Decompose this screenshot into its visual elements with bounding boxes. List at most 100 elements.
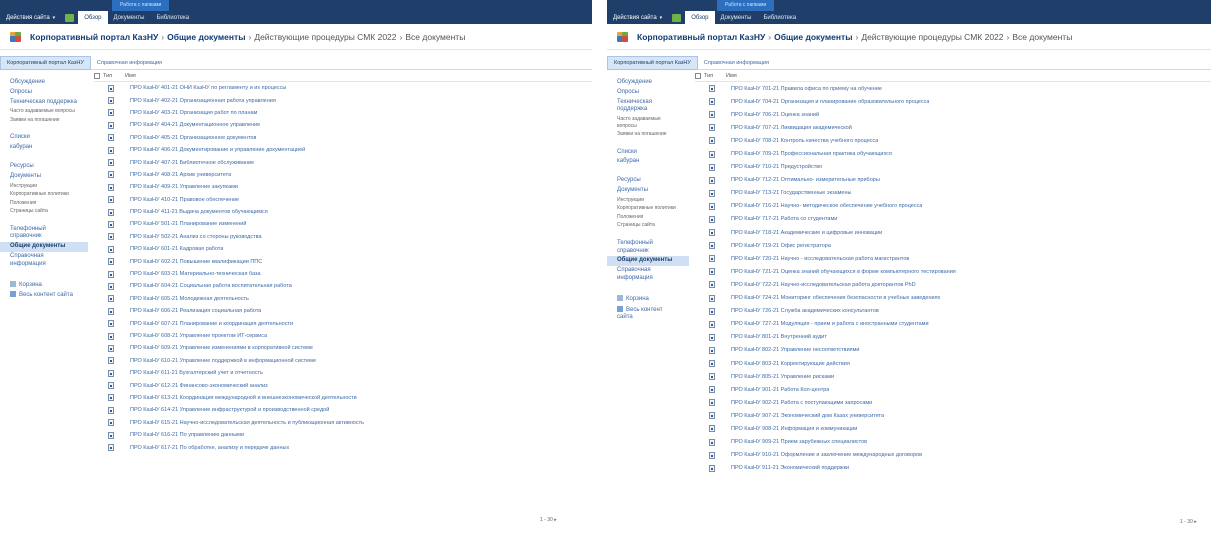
table-row[interactable]: ПРО КазНУ 721-21 Оценка знаний обучающих…	[695, 265, 1211, 278]
table-row[interactable]: ПРО КазНУ 601-21 Кадровая работа	[94, 243, 592, 255]
quicklaunch-item[interactable]: Документы	[0, 172, 88, 182]
table-row[interactable]: ПРО КазНУ 909-21 Прием зарубежных специа…	[695, 436, 1211, 449]
quicklaunch-item[interactable]: Ресурсы	[0, 162, 88, 172]
document-link[interactable]: ПРО КазНУ 616-21 По управлению данными	[130, 432, 244, 438]
document-link[interactable]: ПРО КазНУ 610-21 Управление поддержкой в…	[130, 358, 316, 364]
table-row[interactable]: ПРО КазНУ 617-21 По обработке, анализу и…	[94, 441, 592, 453]
quicklaunch-item[interactable]: Обсуждение	[607, 78, 689, 88]
ribbon-tab-1[interactable]: Документы	[108, 11, 151, 24]
document-link[interactable]: ПРО КазНУ 720-21 Научно - исследовательс…	[731, 256, 909, 262]
document-link[interactable]: ПРО КазНУ 611-21 Бухгалтерский учет и от…	[130, 370, 263, 376]
quicklaunch-item[interactable]: Заявки на погашение	[607, 130, 689, 139]
table-row[interactable]: ПРО КазНУ 402-21 Организационная работа …	[94, 94, 592, 106]
table-row[interactable]: ПРО КазНУ 407-21 Библиотечное обслуживан…	[94, 156, 592, 168]
select-all-checkbox[interactable]	[94, 72, 100, 79]
document-link[interactable]: ПРО КазНУ 716-21 Научно- методическое об…	[731, 203, 922, 209]
document-link[interactable]: ПРО КазНУ 604-21 Социальная работа воспи…	[130, 283, 292, 289]
document-link[interactable]: ПРО КазНУ 609-21 Управление изменениями …	[130, 345, 313, 351]
document-link[interactable]: ПРО КазНУ 501-21 Планирование изменений	[130, 221, 246, 227]
quicklaunch-item[interactable]: Общие документы	[0, 242, 88, 252]
document-link[interactable]: ПРО КазНУ 722-21 Научно-исследовательска…	[731, 282, 916, 288]
document-link[interactable]: ПРО КазНУ 502-21 Анализ со стороны руков…	[130, 234, 262, 240]
quicklaunch-item[interactable]: Телефонный справочник	[0, 225, 88, 243]
table-row[interactable]: ПРО КазНУ 908-21 Информация и коммуникац…	[695, 422, 1211, 435]
document-link[interactable]: ПРО КазНУ 718-21 Академические и цифровы…	[731, 230, 882, 236]
document-link[interactable]: ПРО КазНУ 405-21 Организационное докумен…	[130, 135, 256, 141]
site-actions-menu[interactable]: Действия сайта ▾	[607, 11, 668, 24]
document-link[interactable]: ПРО КазНУ 602-21 Повышение квалификации …	[130, 259, 262, 265]
document-link[interactable]: ПРО КазНУ 902-21 Работа с поступающими з…	[731, 400, 872, 406]
document-link[interactable]: ПРО КазНУ 409-21 Управление закупками	[130, 184, 238, 190]
quicklaunch-item[interactable]: Техническая поддержка	[607, 98, 689, 116]
quicklaunch-item[interactable]: Корзина	[607, 294, 689, 305]
table-row[interactable]: ПРО КазНУ 902-21 Работа с поступающими з…	[695, 396, 1211, 409]
table-row[interactable]: ПРО КазНУ 409-21 Управление закупками	[94, 181, 592, 193]
breadcrumb-library[interactable]: Общие документы	[774, 32, 852, 42]
document-link[interactable]: ПРО КазНУ 721-21 Оценка знаний обучающих…	[731, 269, 956, 275]
quicklaunch-item[interactable]: Положения	[0, 199, 88, 208]
document-link[interactable]: ПРО КазНУ 406-21 Документирование и упра…	[130, 147, 305, 153]
document-link[interactable]: ПРО КазНУ 607-21 Планирование и координа…	[130, 321, 293, 327]
quicklaunch-item[interactable]: Инструкции	[607, 196, 689, 205]
quicklaunch-item[interactable]: Весь контент сайта	[607, 305, 689, 324]
document-link[interactable]: ПРО КазНУ 801-21 Внутренний аудит	[731, 334, 827, 340]
column-type[interactable]: Тип	[704, 73, 726, 79]
table-row[interactable]: ПРО КазНУ 616-21 По управлению данными	[94, 429, 592, 441]
column-type[interactable]: Тип	[103, 73, 125, 79]
breadcrumb-folder[interactable]: Действующие процедуры СМК 2022	[254, 32, 396, 42]
quicklaunch-item[interactable]: Телефонный справочник	[607, 239, 689, 257]
table-row[interactable]: ПРО КазНУ 502-21 Анализ со стороны руков…	[94, 231, 592, 243]
document-link[interactable]: ПРО КазНУ 407-21 Библиотечное обслуживан…	[130, 160, 254, 166]
table-row[interactable]: ПРО КазНУ 718-21 Академические и цифровы…	[695, 226, 1211, 239]
document-link[interactable]: ПРО КазНУ 603-21 Материально-техническая…	[130, 271, 261, 277]
table-row[interactable]: ПРО КазНУ 803-21 Корректирующие действия	[695, 357, 1211, 370]
document-link[interactable]: ПРО КазНУ 613-21 Координация международн…	[130, 395, 357, 401]
document-link[interactable]: ПРО КазНУ 605-21 Молодежная деятельность	[130, 296, 249, 302]
site-actions-menu[interactable]: Действия сайта ▾	[0, 11, 61, 24]
quicklaunch-item[interactable]: Страницы сайта	[0, 207, 88, 216]
document-link[interactable]: ПРО КазНУ 617-21 По обработке, анализу и…	[130, 445, 289, 451]
breadcrumb-site[interactable]: Корпоративный портал КазНУ	[30, 32, 158, 42]
table-row[interactable]: ПРО КазНУ 401-21 ОНИ КазНУ по регламенту…	[94, 82, 592, 94]
document-link[interactable]: ПРО КазНУ 612-21 Финансово-экономический…	[130, 383, 268, 389]
document-link[interactable]: ПРО КазНУ 614-21 Управление инфраструкту…	[130, 407, 329, 413]
edit-page-icon[interactable]	[65, 13, 75, 22]
quicklaunch-item[interactable]: Списки	[0, 133, 88, 143]
table-row[interactable]: ПРО КазНУ 710-21 Предустройство	[695, 161, 1211, 174]
quicklaunch-item[interactable]: Весь контент сайта	[0, 290, 88, 301]
quicklaunch-item[interactable]: Часто задаваемые вопросы	[607, 115, 689, 130]
table-row[interactable]: ПРО КазНУ 610-21 Управление поддержкой в…	[94, 355, 592, 367]
table-row[interactable]: ПРО КазНУ 406-21 Документирование и упра…	[94, 144, 592, 156]
table-row[interactable]: ПРО КазНУ 720-21 Научно - исследовательс…	[695, 252, 1211, 265]
document-link[interactable]: ПРО КазНУ 401-21 ОНИ КазНУ по регламенту…	[130, 85, 286, 91]
table-row[interactable]: ПРО КазНУ 605-21 Молодежная деятельность	[94, 293, 592, 305]
document-link[interactable]: ПРО КазНУ 802-21 Управление несоответств…	[731, 347, 860, 353]
table-row[interactable]: ПРО КазНУ 608-21 Управление проектом ИТ-…	[94, 330, 592, 342]
ribbon-tab-1[interactable]: Документы	[715, 11, 758, 24]
quicklaunch-item[interactable]: Опросы	[0, 88, 88, 98]
document-link[interactable]: ПРО КазНУ 727-21 Модуляция - прием и раб…	[731, 321, 929, 327]
table-row[interactable]: ПРО КазНУ 404-21 Документационное управл…	[94, 119, 592, 131]
quicklaunch-item[interactable]: Инструкции	[0, 182, 88, 191]
quicklaunch-item[interactable]: кабуран	[0, 143, 88, 153]
document-link[interactable]: ПРО КазНУ 608-21 Управление проектом ИТ-…	[130, 333, 267, 339]
table-row[interactable]: ПРО КазНУ 910-21 Оформление и заключение…	[695, 449, 1211, 462]
breadcrumb-site[interactable]: Корпоративный портал КазНУ	[637, 32, 765, 42]
next-page-icon[interactable]: ▸	[1194, 519, 1197, 525]
table-row[interactable]: ПРО КазНУ 701-21 Правила офиса по приему…	[695, 82, 1211, 95]
table-row[interactable]: ПРО КазНУ 726-21 Служба академических ко…	[695, 305, 1211, 318]
quicklaunch-item[interactable]: Корпоративные политики	[0, 190, 88, 199]
ribbon-tab-0[interactable]: Обзор	[685, 11, 715, 24]
table-row[interactable]: ПРО КазНУ 901-21 Работа Кол-центра	[695, 383, 1211, 396]
breadcrumb-view-menu[interactable]: Все документы	[405, 32, 465, 42]
table-row[interactable]: ПРО КазНУ 602-21 Повышение квалификации …	[94, 255, 592, 267]
table-row[interactable]: ПРО КазНУ 411-21 Выдача документов обуча…	[94, 206, 592, 218]
table-row[interactable]: ПРО КазНУ 727-21 Модуляция - прием и раб…	[695, 318, 1211, 331]
table-row[interactable]: ПРО КазНУ 907-21 Экономический дом Казах…	[695, 409, 1211, 422]
document-link[interactable]: ПРО КазНУ 805-21 Управление рисками	[731, 374, 834, 380]
ribbon-tab-2[interactable]: Библиотека	[757, 11, 802, 24]
document-link[interactable]: ПРО КазНУ 910-21 Оформление и заключение…	[731, 452, 922, 458]
edit-page-icon[interactable]	[672, 13, 682, 22]
table-row[interactable]: ПРО КазНУ 707-21 Ликвидация академическо…	[695, 121, 1211, 134]
column-name[interactable]: Имя	[726, 73, 737, 79]
